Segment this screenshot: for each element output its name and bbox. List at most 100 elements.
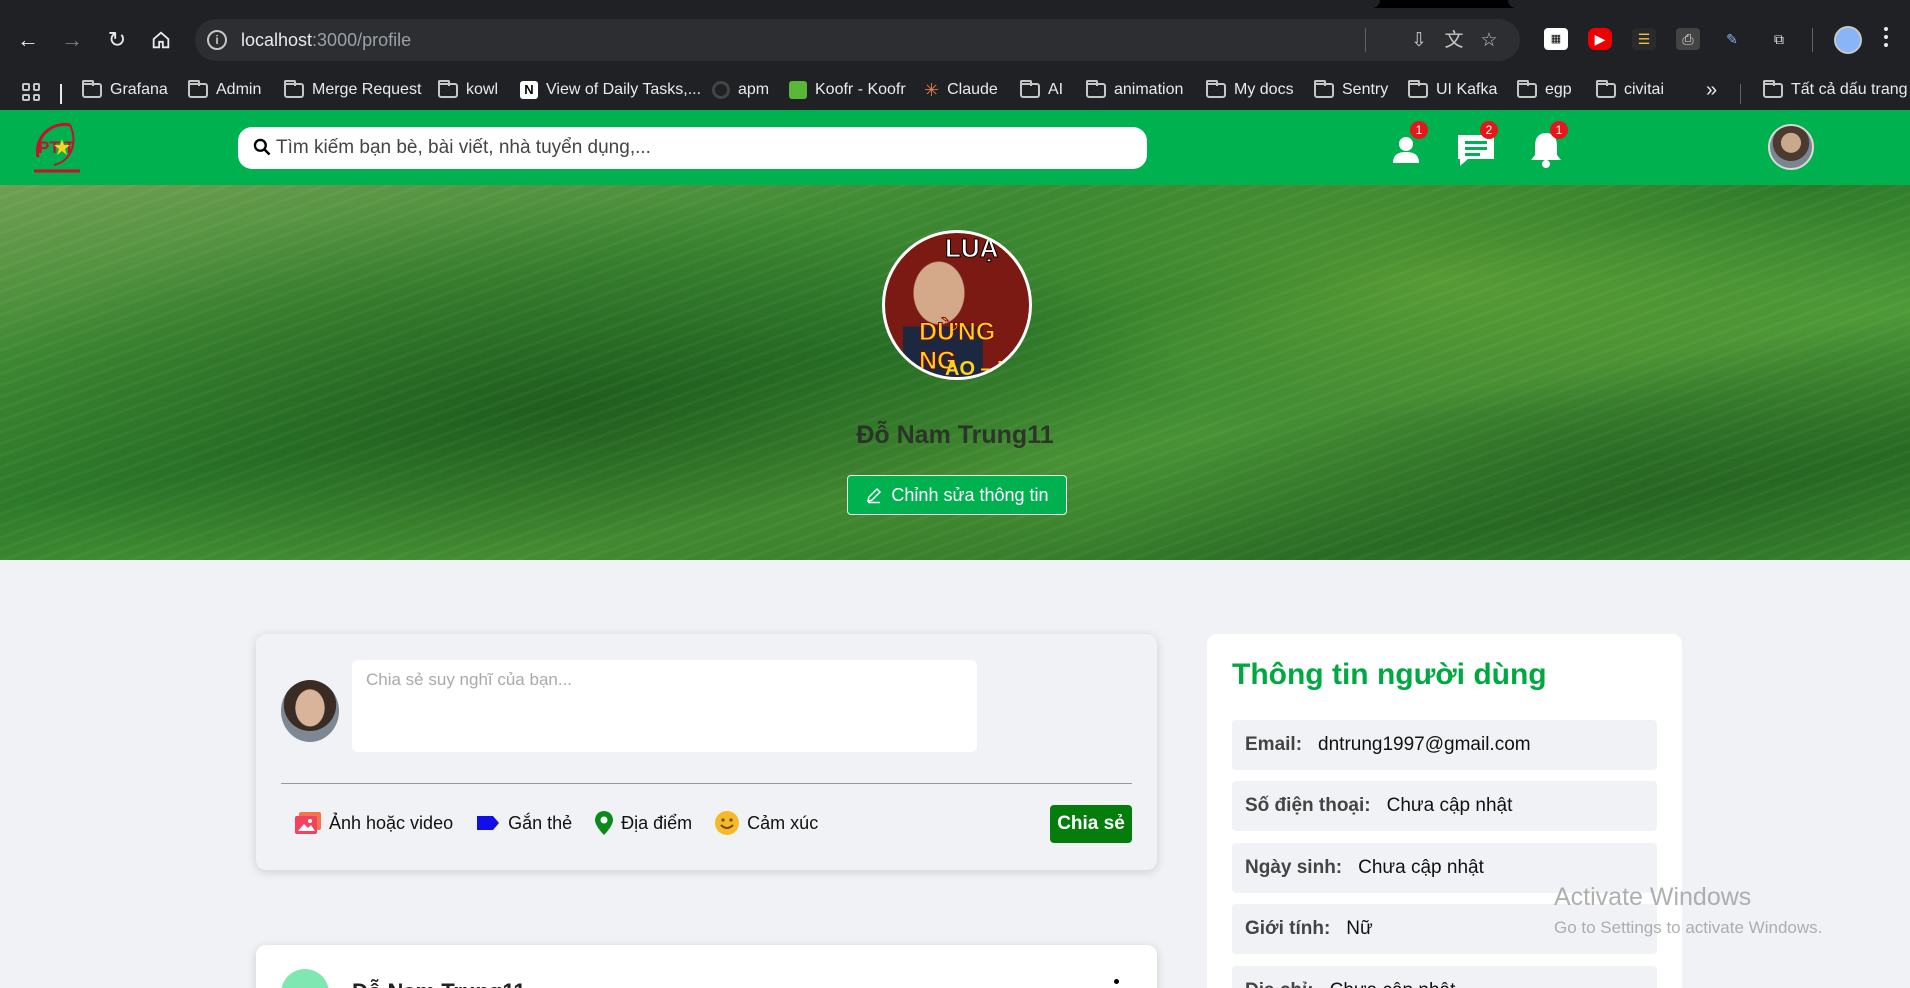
search-icon [253, 138, 271, 156]
svg-text:PT: PT [38, 138, 60, 157]
address-bar[interactable]: i localhost:3000/profile ⇩ 文 ☆ [195, 19, 1520, 61]
home-icon[interactable] [147, 26, 175, 54]
bookmark-apm[interactable]: apm [712, 77, 769, 103]
bookmark-label: civitai [1624, 81, 1665, 98]
site-info-icon[interactable]: i [207, 30, 227, 50]
share-button[interactable]: Chia sẻ [1050, 805, 1132, 843]
messages-button[interactable]: 2 [1454, 121, 1498, 171]
bookmark-ai[interactable]: AI [1020, 77, 1063, 103]
bookmarks-divider [1740, 84, 1741, 104]
avatar-caption-top: LUẬ [944, 233, 999, 264]
post-author-name[interactable]: Đỗ Nam Trung11 [352, 979, 526, 988]
folder-icon [1408, 79, 1428, 98]
info-value: Chưa cập nhật [1386, 795, 1513, 816]
bookmark-animation[interactable]: animation [1086, 77, 1183, 103]
bookmark-egp[interactable]: egp [1517, 77, 1572, 103]
friends-button[interactable]: 1 [1384, 121, 1428, 171]
bookmark-koofr[interactable]: Koofr - Koofr [789, 77, 906, 103]
notifications-button[interactable]: 1 [1524, 121, 1568, 171]
location-label: Địa điểm [621, 812, 693, 833]
windows-activation-watermark: Activate Windows Go to Settings to activ… [1554, 883, 1822, 938]
folder-icon [1596, 79, 1616, 98]
info-value: Chưa cập nhật [1330, 980, 1456, 988]
bookmark-label: My docs [1234, 81, 1294, 98]
bookmark-civitai[interactable]: civitai [1596, 77, 1664, 103]
printer-extension-icon[interactable]: ⎙ [1676, 28, 1700, 50]
post-text-input[interactable] [352, 660, 977, 752]
info-key: Giới tính: [1245, 918, 1331, 939]
info-value: dntrung1997@gmail.com [1318, 734, 1531, 755]
install-app-icon[interactable]: ⇩ [1408, 30, 1430, 52]
composer-divider [281, 783, 1132, 784]
bookmark-claude[interactable]: ✳ Claude [924, 77, 998, 103]
info-row-email: Email: dntrung1997@gmail.com [1232, 720, 1657, 770]
folder-icon [1763, 79, 1783, 98]
extensions-puzzle-icon[interactable]: ⧉ [1767, 28, 1791, 50]
bookmark-label: UI Kafka [1436, 81, 1498, 98]
app-header: PT T 1 2 1 [0, 110, 1910, 185]
tag-button[interactable]: Gắn thẻ [475, 813, 572, 834]
active-tab[interactable] [0, 0, 1380, 8]
bookmark-daily-tasks[interactable]: N View of Daily Tasks,... [520, 77, 701, 103]
composer-avatar [281, 680, 339, 742]
post-author-avatar[interactable] [281, 969, 329, 988]
user-info-title: Thông tin người dùng [1232, 658, 1547, 691]
bookmark-label: View of Daily Tasks,... [546, 81, 702, 98]
toolbar-divider [1812, 28, 1813, 52]
reload-icon[interactable]: ↻ [103, 26, 131, 54]
info-value: Chưa cập nhật [1358, 857, 1484, 878]
chrome-menu-icon[interactable] [1882, 24, 1890, 52]
eyedropper-extension-icon[interactable]: ✎ [1720, 28, 1744, 50]
bookmark-sentry[interactable]: Sentry [1314, 77, 1388, 103]
apm-icon [712, 81, 730, 99]
search-input[interactable] [276, 132, 1126, 164]
bookmark-label: Grafana [110, 81, 168, 98]
bookmark-kowl[interactable]: kowl [438, 77, 498, 103]
bookmark-label: AI [1048, 81, 1064, 98]
inactive-tab[interactable] [1508, 0, 1910, 8]
info-key: Địa chỉ: [1245, 980, 1314, 988]
koofr-icon [789, 81, 807, 99]
post-composer: Ảnh hoặc video Gắn thẻ Địa điểm Cảm xúc … [256, 634, 1157, 870]
list-extension-icon[interactable]: ☰ [1632, 28, 1656, 50]
pencil-icon [867, 487, 882, 504]
apps-grid-icon[interactable] [22, 83, 40, 101]
url-text[interactable]: localhost:3000/profile [241, 30, 411, 51]
folder-icon [1517, 79, 1537, 98]
bookmark-grafana[interactable]: Grafana [82, 77, 168, 103]
tag-icon [477, 816, 500, 830]
profile-name: Đỗ Nam Trung11 [856, 421, 1054, 449]
bookmark-merge-request[interactable]: Merge Request [284, 77, 421, 103]
photo-video-button[interactable]: Ảnh hoặc video [294, 810, 453, 836]
watermark-line-2: Go to Settings to activate Windows. [1554, 918, 1823, 937]
location-button[interactable]: Địa điểm [594, 810, 692, 836]
bookmark-my-docs[interactable]: My docs [1206, 77, 1294, 103]
photo-icon [295, 812, 321, 834]
back-icon[interactable]: ← [14, 26, 42, 54]
folder-icon [284, 79, 304, 98]
site-logo[interactable]: PT T [30, 115, 85, 180]
bookmark-ui-kafka[interactable]: UI Kafka [1408, 77, 1497, 103]
feeling-button[interactable]: Cảm xúc [714, 810, 818, 836]
post-options-icon[interactable] [1114, 979, 1120, 988]
tag-label: Gắn thẻ [508, 812, 573, 833]
smiley-icon [715, 811, 740, 835]
profile-avatar[interactable]: LUẬ DỪNG NG AO – B [882, 230, 1032, 380]
search-bar[interactable] [238, 127, 1147, 169]
folder-icon [82, 79, 102, 98]
folder-icon [438, 79, 458, 98]
claude-icon: ✳ [924, 79, 940, 100]
more-bookmarks-chevron-icon[interactable]: » [1706, 77, 1717, 103]
all-bookmarks[interactable]: Tất cả dấu trang [1763, 77, 1908, 103]
qr-code-extension-icon[interactable]: ▦ [1544, 28, 1568, 50]
forward-icon[interactable]: → [58, 26, 86, 54]
edit-profile-button[interactable]: Chỉnh sửa thông tin [847, 475, 1067, 515]
translate-icon[interactable]: 文 [1443, 30, 1465, 52]
navigation-bar: ← → ↻ i localhost:3000/profile ⇩ 文 ☆ ▦ ▶… [0, 8, 1910, 70]
bookmark-star-icon[interactable]: ☆ [1478, 30, 1500, 52]
info-key: Ngày sinh: [1245, 857, 1343, 878]
chrome-profile-icon[interactable] [1834, 26, 1862, 54]
bookmark-admin[interactable]: Admin [188, 77, 261, 103]
header-avatar[interactable] [1768, 124, 1814, 170]
youtube-extension-icon[interactable]: ▶ [1588, 28, 1612, 50]
